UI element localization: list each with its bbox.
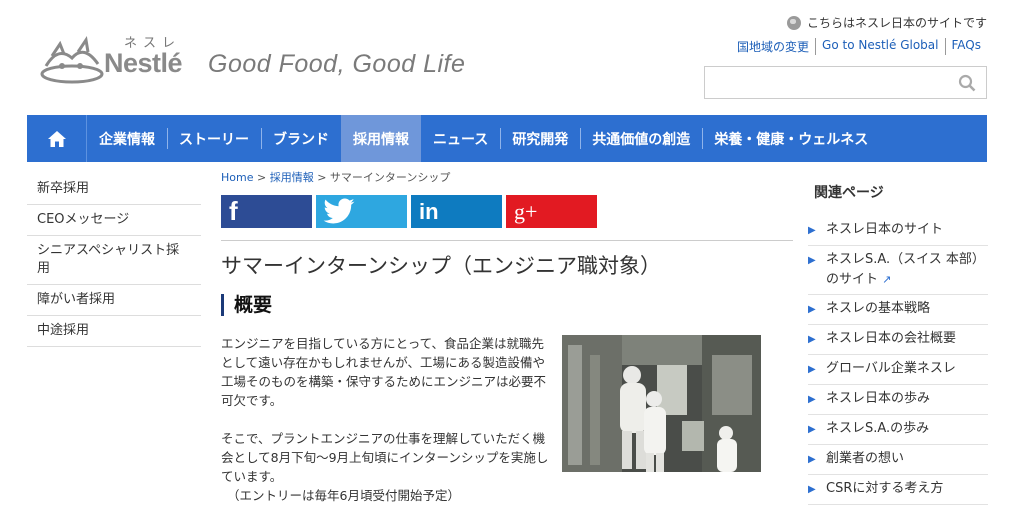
related-link[interactable]: ▶ ネスレの基本戦略: [808, 295, 988, 325]
sidebar-item-new-graduate[interactable]: 新卒採用: [27, 174, 201, 205]
breadcrumb-current: サマーインターンシップ: [329, 171, 451, 184]
breadcrumb-separator: >: [256, 171, 267, 184]
breadcrumb-home[interactable]: Home: [221, 171, 253, 184]
main-nav: 企業情報 ストーリー ブランド 採用情報 ニュース 研究開発 共通価値の創造 栄…: [27, 115, 987, 162]
breadcrumb-separator: >: [317, 171, 327, 184]
entry-note: （エントリーは毎年6月頃受付開始予定）: [227, 488, 460, 503]
arrow-right-icon: ▶: [808, 424, 816, 435]
home-icon: [47, 130, 66, 147]
section-heading: 概要: [221, 294, 272, 316]
twitter-share-button[interactable]: [316, 195, 407, 228]
breadcrumb-careers[interactable]: 採用情報: [270, 171, 314, 184]
nav-item-brands[interactable]: ブランド: [261, 115, 341, 162]
related-link[interactable]: ▶ 創業者の想い: [808, 445, 988, 475]
search-box: [704, 66, 987, 99]
arrow-right-icon: ▶: [808, 394, 816, 405]
external-link-icon: ↗: [882, 273, 892, 286]
sidebar-item-disability[interactable]: 障がい者採用: [27, 285, 201, 316]
paragraph: エンジニアを目指している方にとって、食品企業は就職先として遠い存在かもしれません…: [221, 336, 547, 408]
related-link[interactable]: ▶ ネスレ日本の会社概要: [808, 325, 988, 355]
search-icon[interactable]: [958, 74, 976, 92]
arrow-right-icon: ▶: [808, 334, 816, 345]
arrow-right-icon: ▶: [808, 454, 816, 465]
arrow-right-icon: ▶: [808, 484, 816, 495]
google-plus-icon: g+: [514, 198, 538, 224]
arrow-right-icon: ▶: [808, 304, 816, 315]
related-link[interactable]: ▶ ネスレS.A.の歩み: [808, 415, 988, 445]
utility-links: 国地域の変更 Go to Nestlé Global FAQs: [731, 38, 987, 55]
google-plus-share-button[interactable]: g+: [506, 195, 597, 228]
facebook-icon: f: [229, 196, 238, 226]
home-button[interactable]: [27, 115, 87, 162]
faqs-link[interactable]: FAQs: [944, 38, 988, 55]
arrow-right-icon: ▶: [808, 364, 816, 375]
nav-item-careers[interactable]: 採用情報: [341, 115, 421, 162]
nestle-logo[interactable]: ネスレ Nestlé: [38, 30, 198, 86]
nestle-global-link[interactable]: Go to Nestlé Global: [815, 38, 944, 55]
left-sidebar: 新卒採用 CEOメッセージ シニアスペシャリスト採用 障がい者採用 中途採用: [27, 174, 201, 347]
arrow-right-icon: ▶: [808, 225, 816, 236]
related-link[interactable]: ▶ グローバル企業ネスレ: [808, 355, 988, 385]
linkedin-share-button[interactable]: in: [411, 195, 502, 228]
site-note: こちらはネスレ日本のサイトです: [786, 14, 987, 31]
tagline: Good Food, Good Life: [208, 50, 466, 78]
factory-workers-image: [562, 335, 761, 472]
paragraph: そこで、プラントエンジニアの仕事を理解していただく機会として8月下旬〜9月上旬頃…: [221, 431, 549, 484]
page-title: サマーインターンシップ（エンジニア職対象）: [221, 254, 661, 278]
related-link[interactable]: ▶ ネスレS.A.（スイス 本部）のサイト ↗: [808, 246, 988, 295]
bird-nest-icon: [40, 36, 104, 84]
nav-item-stories[interactable]: ストーリー: [167, 115, 261, 162]
arrow-right-icon: ▶: [808, 255, 816, 266]
site-note-text: こちらはネスレ日本のサイトです: [806, 16, 987, 30]
sidebar-item-senior-specialist[interactable]: シニアスペシャリスト採用: [27, 236, 201, 285]
facebook-share-button[interactable]: f: [221, 195, 312, 228]
nav-item-research[interactable]: 研究開発: [500, 115, 580, 162]
globe-icon: [786, 15, 801, 30]
nav-item-nutrition[interactable]: 栄養・健康・ウェルネス: [702, 115, 880, 162]
factory-photo: [562, 335, 761, 472]
linkedin-icon: in: [419, 198, 439, 224]
divider: [221, 240, 793, 241]
related-link[interactable]: ▶ ネスレ日本の歩み: [808, 385, 988, 415]
related-link[interactable]: ▶ ネスレ日本のサイト: [808, 216, 988, 246]
related-pages-title: 関連ページ: [814, 185, 884, 201]
body-text: エンジニアを目指している方にとって、食品企業は就職先として遠い存在かもしれません…: [221, 334, 551, 505]
sidebar-item-ceo-message[interactable]: CEOメッセージ: [27, 205, 201, 236]
search-input[interactable]: [705, 67, 945, 98]
related-pages-list: ▶ ネスレ日本のサイト ▶ ネスレS.A.（スイス 本部）のサイト ↗ ▶ ネスレの基…: [808, 216, 988, 505]
related-link[interactable]: ▶ CSRに対する考え方: [808, 475, 988, 505]
logo-wordmark: Nestlé: [104, 48, 183, 78]
nav-item-news[interactable]: ニュース: [421, 115, 500, 162]
sidebar-item-midcareer[interactable]: 中途採用: [27, 316, 201, 347]
nav-item-company[interactable]: 企業情報: [87, 115, 167, 162]
nav-item-csv[interactable]: 共通価値の創造: [580, 115, 702, 162]
breadcrumb: Home > 採用情報 > サマーインターンシップ: [221, 169, 450, 185]
twitter-bird-icon: [323, 198, 355, 223]
change-region-link[interactable]: 国地域の変更: [731, 38, 815, 55]
share-bar: f in g+: [221, 195, 597, 228]
